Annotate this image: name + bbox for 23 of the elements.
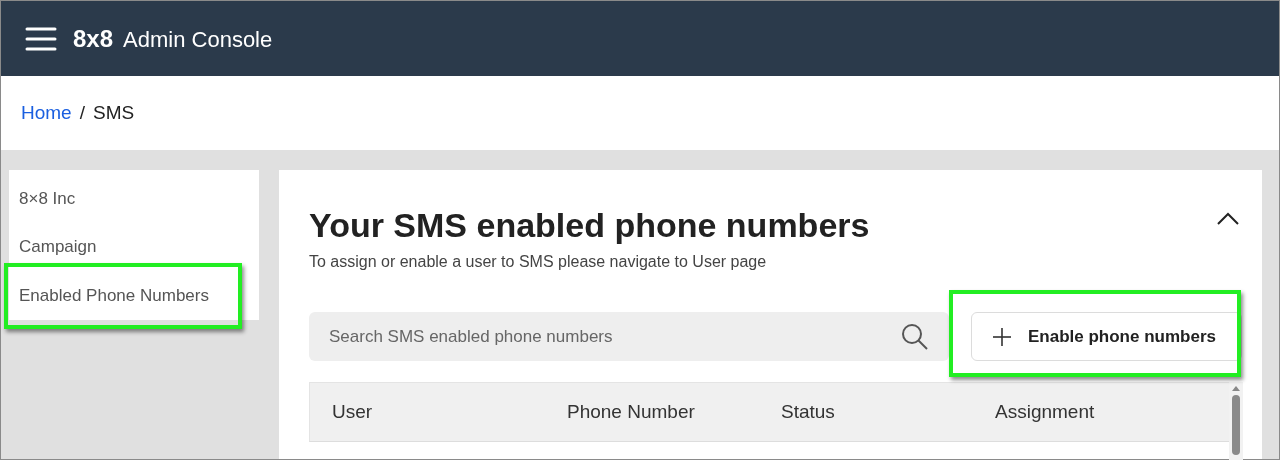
breadcrumb-link[interactable]: Home <box>21 98 72 128</box>
breadcrumb-separator: / <box>79 100 85 125</box>
scroll-up-icon[interactable] <box>1232 386 1240 391</box>
column-header: Status <box>780 399 836 424</box>
column-header: Phone Number <box>566 399 696 424</box>
app-title: Admin Console <box>123 25 273 54</box>
menu-icon[interactable] <box>25 25 57 52</box>
page-subtitle: To assign or enable a user to SMS please navigate to User page <box>309 252 768 272</box>
search-input[interactable]: Search SMS enabled phone numbers <box>329 323 901 350</box>
search-icon[interactable] <box>901 322 929 351</box>
sidebar-item[interactable]: Enabled Phone Numbers <box>19 282 209 309</box>
logo: 8x8 <box>73 23 114 54</box>
page-title: Your SMS enabled phone numbers <box>309 205 870 246</box>
chevron-up-icon[interactable] <box>1216 212 1240 226</box>
sidebar-item[interactable]: 8×8 Inc <box>19 185 76 212</box>
sidebar-item[interactable]: Campaign <box>19 234 97 260</box>
column-header: User <box>331 399 374 424</box>
column-header: Assignment <box>994 399 1096 424</box>
scrollbar[interactable] <box>1229 382 1243 460</box>
enable-phone-numbers-button[interactable]: Enable phone numbers <box>971 312 1242 361</box>
search-field[interactable]: Search SMS enabled phone numbers <box>309 312 949 361</box>
plus-icon <box>992 326 1012 347</box>
breadcrumb-current: SMS <box>92 100 135 125</box>
